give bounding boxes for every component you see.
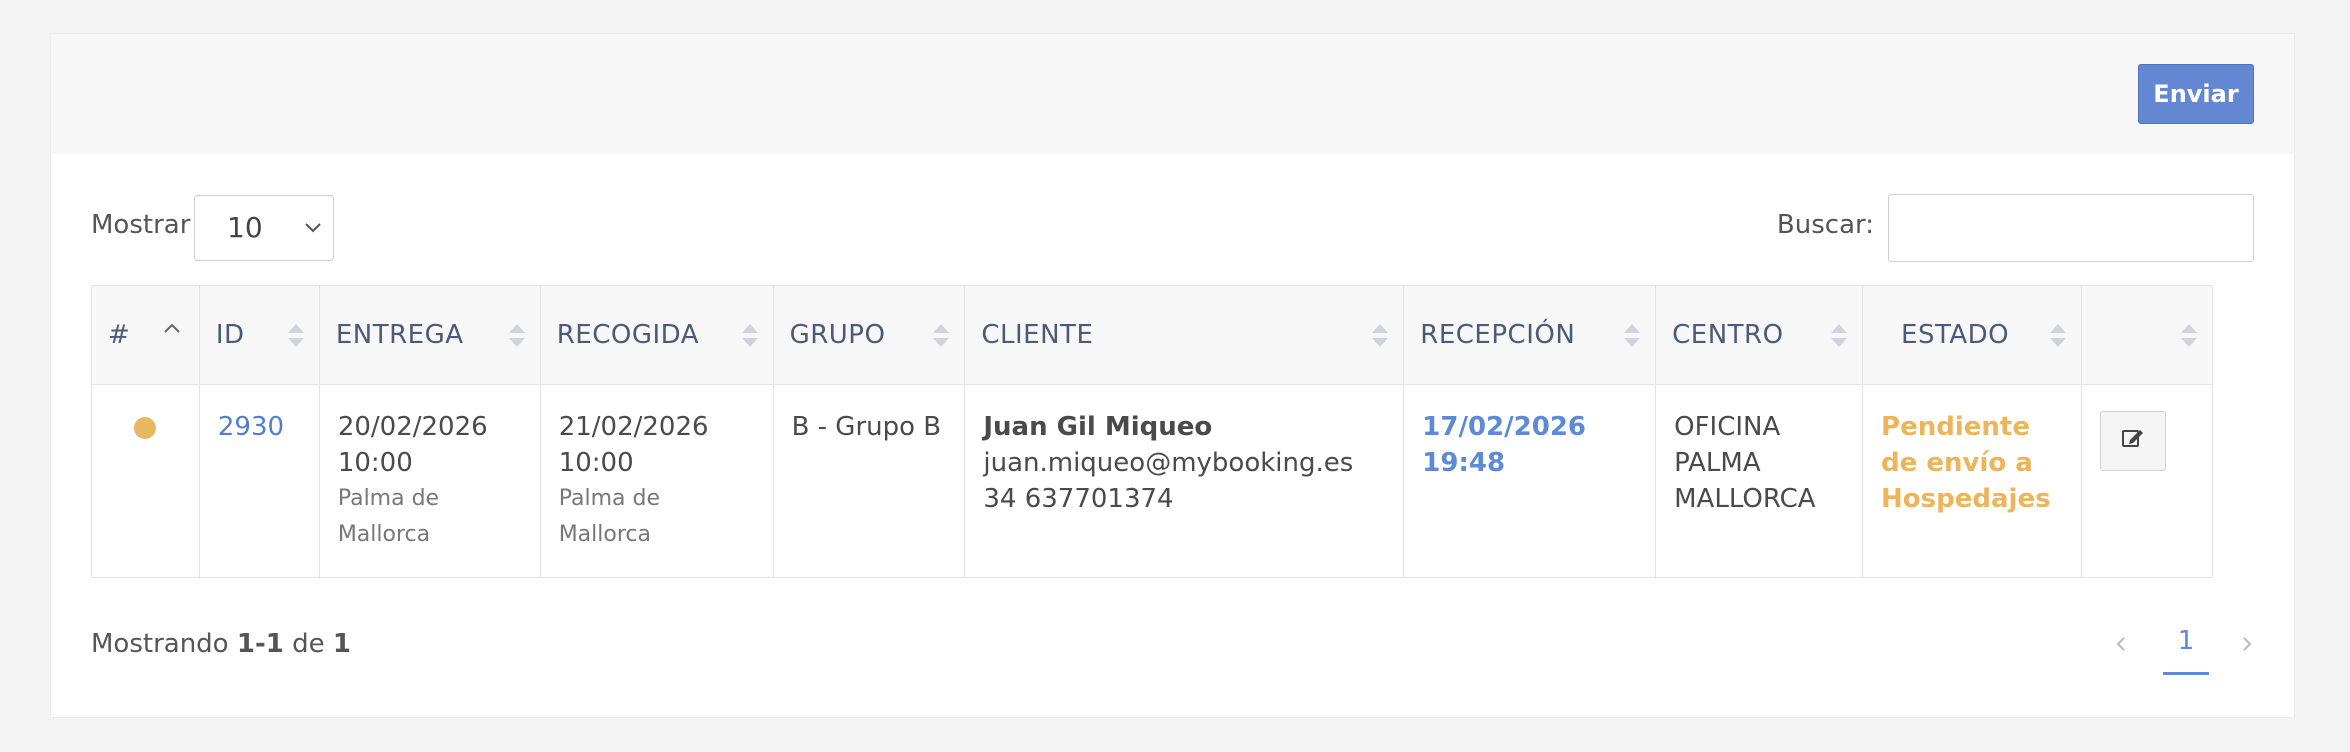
edit-button[interactable] xyxy=(2099,411,2166,471)
column-header-reception[interactable]: RECEPCIÓN xyxy=(1403,285,1657,385)
column-header-id[interactable]: ID xyxy=(198,285,320,385)
bookings-card: Enviar Mostrar 10 Buscar: # ID ENTREGA R… xyxy=(50,33,2295,718)
pickup-place: Palma de Mallorca xyxy=(558,486,660,547)
sort-icon xyxy=(1371,324,1389,350)
column-header-center[interactable]: CENTRO xyxy=(1655,285,1864,385)
sort-icon xyxy=(2180,324,2198,350)
sort-icon xyxy=(508,324,526,350)
showing-prefix: Mostrando xyxy=(91,629,229,659)
sort-icon xyxy=(1830,324,1848,350)
column-header-actions[interactable] xyxy=(2080,285,2214,385)
show-label: Mostrar xyxy=(91,210,191,240)
column-header-client[interactable]: CLIENTE xyxy=(964,285,1405,385)
table-header-row: # ID ENTREGA RECOGIDA GRUPO CLIENTE RECE… xyxy=(91,285,2214,385)
sort-icon xyxy=(932,324,950,350)
showing-range: 1-1 xyxy=(236,629,284,659)
status-badge: Pendiente de envío a Hospedajes xyxy=(1881,412,2051,514)
pickup-date: 21/02/2026 xyxy=(558,412,709,442)
actions-cell xyxy=(2080,384,2214,578)
showing-total: 1 xyxy=(332,629,351,659)
sort-icon xyxy=(741,324,759,350)
page-size-select[interactable]: 10 xyxy=(194,195,334,261)
chevron-left-icon[interactable] xyxy=(2114,632,2128,663)
bookings-table: # ID ENTREGA RECOGIDA GRUPO CLIENTE RECE… xyxy=(91,285,2214,578)
column-header-number[interactable]: # xyxy=(91,285,200,385)
booking-id-link[interactable]: 2930 xyxy=(218,412,284,442)
center-cell: OFICINA PALMA MALLORCA xyxy=(1655,384,1864,578)
center-value: OFICINA PALMA MALLORCA xyxy=(1674,412,1816,514)
id-cell: 2930 xyxy=(198,384,320,578)
chevron-right-icon[interactable] xyxy=(2240,632,2254,663)
delivery-date: 20/02/2026 xyxy=(337,412,488,442)
page-button-current[interactable]: 1 xyxy=(2163,626,2209,675)
group-value: B - Grupo B xyxy=(791,412,942,442)
card-header: Enviar xyxy=(51,34,2294,154)
pickup-cell: 21/02/2026 10:00 Palma de Mallorca xyxy=(539,384,774,578)
status-cell: Pendiente de envío a Hospedajes xyxy=(1862,384,2082,578)
column-header-pickup[interactable]: RECOGIDA xyxy=(539,285,774,385)
search-input[interactable] xyxy=(1888,194,2254,262)
client-phone: 34 637701374 xyxy=(983,484,1174,514)
pagination-info: Mostrando 1-1 de 1 xyxy=(91,629,351,659)
table-controls: Mostrar 10 Buscar: xyxy=(91,194,2254,264)
status-dot-cell xyxy=(91,384,200,578)
reception-cell: 17/02/2026 19:48 xyxy=(1403,384,1657,578)
column-header-status[interactable]: ESTADO xyxy=(1862,285,2082,385)
sort-icon xyxy=(2049,324,2067,350)
delivery-time: 10:00 xyxy=(337,448,413,478)
column-header-delivery[interactable]: ENTREGA xyxy=(318,285,541,385)
page-size-value: 10 xyxy=(227,211,263,244)
send-button[interactable]: Enviar xyxy=(2138,64,2254,124)
sort-icon xyxy=(1623,324,1641,350)
delivery-place: Palma de Mallorca xyxy=(337,486,440,547)
group-cell: B - Grupo B xyxy=(772,384,966,578)
pickup-time: 10:00 xyxy=(558,448,634,478)
edit-icon xyxy=(2121,423,2145,459)
sort-ascending-icon xyxy=(163,316,181,341)
delivery-cell: 20/02/2026 10:00 Palma de Mallorca xyxy=(318,384,541,578)
client-name: Juan Gil Miqueo xyxy=(983,412,1213,442)
showing-of: de xyxy=(292,629,325,659)
sort-icon xyxy=(287,324,305,350)
chevron-down-icon xyxy=(303,196,323,284)
pagination: 1 xyxy=(2114,614,2254,684)
client-cell: Juan Gil Miqueo juan.miqueo@mybooking.es… xyxy=(964,384,1405,578)
reception-datetime: 17/02/2026 19:48 xyxy=(1422,412,1586,478)
column-header-group[interactable]: GRUPO xyxy=(772,285,966,385)
search-label: Buscar: xyxy=(1776,210,1874,240)
client-email: juan.miqueo@mybooking.es xyxy=(983,448,1354,478)
table-row[interactable]: 2930 20/02/2026 10:00 Palma de Mallorca … xyxy=(91,384,2214,578)
status-dot xyxy=(134,417,157,439)
